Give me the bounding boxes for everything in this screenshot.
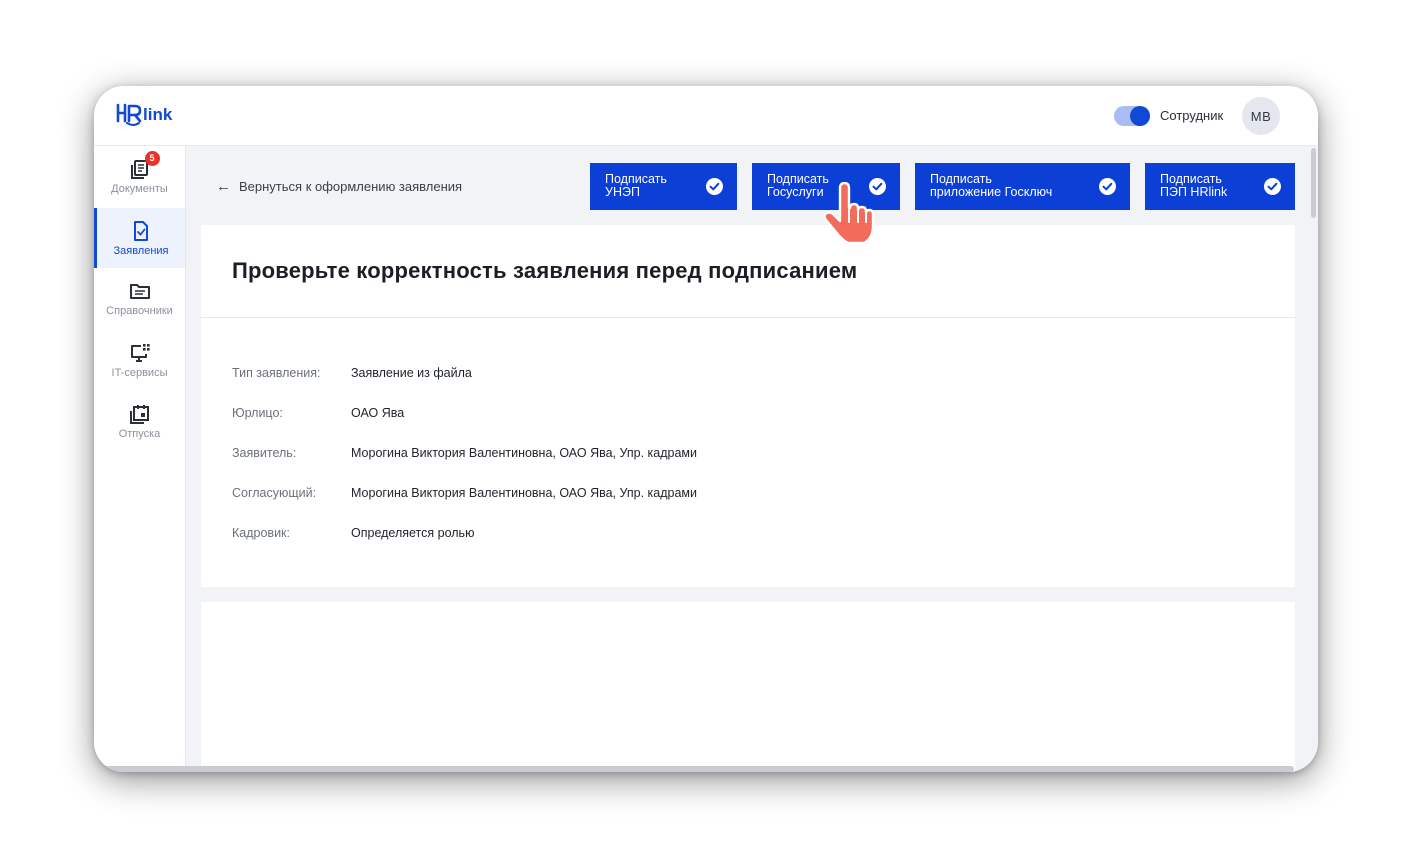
- app-window: link Сотрудник МВ 5 Документы Заявления …: [94, 86, 1318, 772]
- sidebar-item-it-services[interactable]: IT-сервисы: [94, 330, 185, 390]
- sign-pep-hrlink-button[interactable]: Подписать ПЭП HRlink: [1145, 163, 1295, 210]
- field-value: Морогина Виктория Валентиновна, ОАО Ява,…: [351, 486, 698, 500]
- application-icon: [130, 220, 152, 242]
- back-link-label: Вернуться к оформлению заявления: [239, 179, 463, 194]
- sign-unep-button[interactable]: Подписать УНЭП: [590, 163, 737, 210]
- arrow-left-icon: ←: [216, 178, 231, 195]
- field-value: Определяется ролью: [351, 526, 475, 540]
- field-key: Согласующий:: [232, 486, 317, 500]
- documents-icon: 5: [129, 150, 160, 180]
- toggle-knob: [1130, 106, 1150, 126]
- sidebar-item-vacations[interactable]: Отпуска: [94, 391, 185, 451]
- folder-icon: [129, 280, 151, 302]
- sidebar-item-label: Отпуска: [118, 427, 161, 440]
- sidebar-item-label: Справочники: [106, 304, 173, 317]
- vertical-scrollbar[interactable]: [1311, 148, 1316, 218]
- horizontal-scrollbar[interactable]: [94, 766, 1294, 772]
- application-details-card: Проверьте корректность заявления перед п…: [201, 225, 1295, 587]
- sidebar-item-label: Документы: [111, 182, 168, 195]
- sidebar-item-label: IT-сервисы: [111, 366, 168, 379]
- field-key: Юрлицо:: [232, 406, 283, 420]
- check-circle-icon: [1099, 178, 1116, 195]
- field-key: Кадровик:: [232, 526, 290, 540]
- top-bar: link Сотрудник МВ: [94, 86, 1318, 146]
- field-row: Согласующий: Морогина Виктория Валентино…: [232, 486, 697, 500]
- field-value: Морогина Виктория Валентиновна, ОАО Ява,…: [351, 446, 698, 460]
- page-title: Проверьте корректность заявления перед п…: [232, 258, 858, 283]
- field-key: Тип заявления:: [232, 366, 321, 380]
- field-row: Юрлицо: ОАО Ява: [232, 406, 404, 420]
- avatar[interactable]: МВ: [1242, 97, 1280, 135]
- sidebar-item-directories[interactable]: Справочники: [94, 268, 185, 328]
- role-label: Сотрудник: [1160, 108, 1224, 123]
- field-value: ОАО Ява: [351, 406, 405, 420]
- check-circle-icon: [1264, 178, 1281, 195]
- hrlink-logo[interactable]: link: [116, 99, 176, 129]
- sign-goskey-button[interactable]: Подписать приложение Госключ: [915, 163, 1130, 210]
- it-services-icon: [129, 342, 151, 364]
- field-row: Тип заявления: Заявление из файла: [232, 366, 472, 380]
- sidebar: 5 Документы Заявления Справочники IT-сер…: [94, 146, 186, 772]
- field-value: Заявление из файла: [351, 366, 472, 380]
- main-content: ← Вернуться к оформлению заявления Подпи…: [186, 146, 1318, 772]
- sidebar-item-applications[interactable]: Заявления: [94, 208, 185, 268]
- notification-badge: 5: [144, 150, 160, 166]
- field-key: Заявитель:: [232, 446, 297, 460]
- divider: [201, 317, 1295, 318]
- role-toggle[interactable]: [1114, 106, 1150, 126]
- document-preview-card: [201, 602, 1295, 772]
- calendar-icon: [129, 403, 151, 425]
- check-circle-icon: [706, 178, 723, 195]
- field-row: Заявитель: Морогина Виктория Валентиновн…: [232, 446, 697, 460]
- button-label-line2: приложение Госключ: [930, 185, 1053, 199]
- hand-pointer-icon: [820, 181, 876, 246]
- field-row: Кадровик: Определяется ролью: [232, 526, 474, 540]
- sidebar-item-documents[interactable]: 5 Документы: [94, 146, 185, 206]
- svg-text:link: link: [143, 105, 173, 124]
- sidebar-item-label: Заявления: [113, 244, 169, 257]
- back-link[interactable]: ← Вернуться к оформлению заявления: [216, 178, 462, 195]
